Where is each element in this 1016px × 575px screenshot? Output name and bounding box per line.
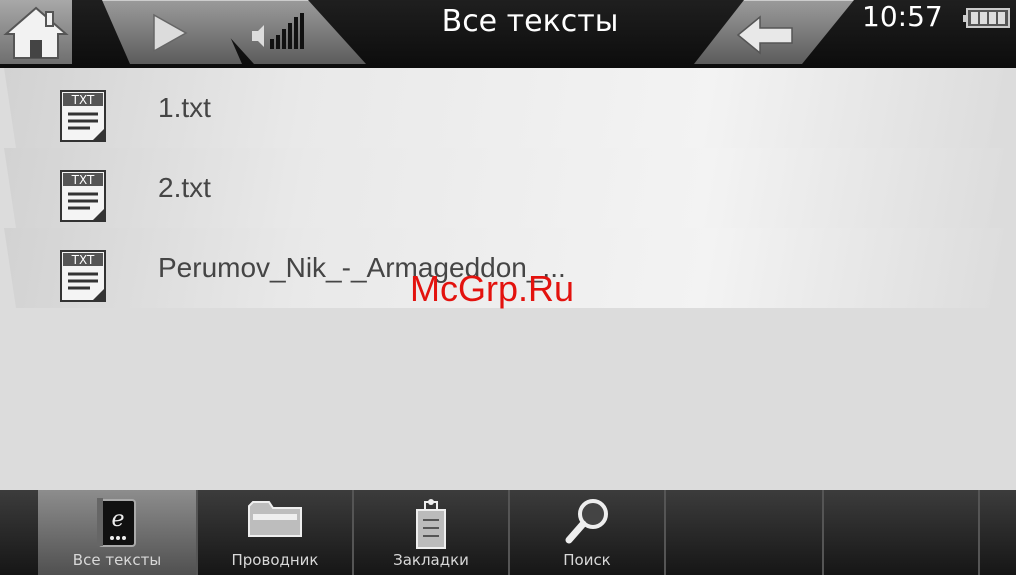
file-row[interactable]: TXT 1.txt [4,68,1004,148]
txt-file-icon: TXT [60,250,106,302]
tab-label: Проводник [231,551,319,569]
txt-label: TXT [71,173,95,187]
tab-label: Закладки [393,551,469,569]
txt-label: TXT [71,93,95,107]
tab-explorer[interactable]: Проводник [198,490,354,575]
tab-bookmarks[interactable]: Закладки [354,490,510,575]
txt-label: TXT [71,253,95,267]
tab-search[interactable]: Поиск [510,490,666,575]
txt-file-icon: TXT [60,170,106,222]
svg-text:e: e [111,507,124,532]
home-button[interactable] [0,0,72,64]
file-row[interactable]: TXT 2.txt [4,148,1004,228]
page-title: Все тексты [441,4,619,39]
top-bar: Все тексты 10:57 [0,0,1016,68]
tab-all-texts[interactable]: e Все тексты [38,490,198,575]
bookmark-icon [416,499,446,549]
file-name: 2.txt [158,172,211,203]
tab-empty [824,490,980,575]
screen: Все тексты 10:57 TXT 1.txt TXT 2.txt TXT… [0,0,1016,575]
clock: 10:57 [862,0,943,33]
tab-label: Все тексты [72,551,162,569]
ebook-icon: e [97,498,136,547]
search-icon [565,499,608,544]
back-arrow-icon [736,15,793,55]
folder-icon [248,501,302,537]
tab-empty [666,490,824,575]
bottom-tab-bar: e Все тексты Проводник Закладки Поиск [0,490,1016,575]
file-name: 1.txt [158,92,211,123]
battery-icon [963,8,1010,28]
watermark: McGrp.Ru [410,268,575,309]
back-button[interactable] [694,0,854,64]
tab-label: Поиск [563,551,611,569]
home-icon [3,6,69,59]
txt-file-icon: TXT [60,90,106,142]
